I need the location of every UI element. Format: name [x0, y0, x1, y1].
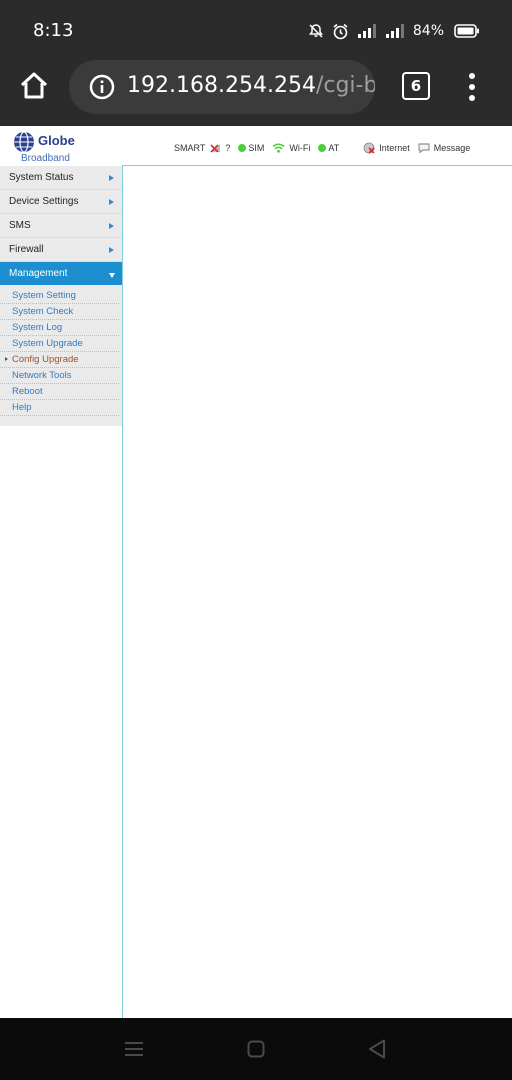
submenu-item-label: Config Upgrade [12, 354, 79, 365]
sidebar-item-device-settings[interactable]: Device Settings [0, 190, 122, 214]
content-divider [122, 166, 123, 1018]
no-signal-icon [210, 144, 221, 153]
submenu-item-system-upgrade[interactable]: System Upgrade [0, 336, 119, 352]
header-divider [122, 165, 512, 166]
status-bar: 8:13 84% [0, 0, 512, 60]
submenu-item-system-setting[interactable]: System Setting [0, 288, 119, 304]
submenu-item-label: System Upgrade [12, 338, 83, 349]
info-icon[interactable] [89, 74, 115, 100]
mute-bell-icon [308, 24, 323, 38]
at-status-dot [318, 144, 327, 152]
message-icon [418, 143, 430, 153]
signal-icon [357, 24, 376, 38]
globe-logo-icon [14, 131, 34, 153]
recent-apps-icon[interactable] [124, 1041, 144, 1057]
sidebar-item-firewall[interactable]: Firewall [0, 238, 122, 262]
more-menu-icon[interactable] [468, 72, 476, 102]
url-path: /cgi-bi [315, 73, 375, 98]
tab-switcher-button[interactable]: 6 [402, 72, 430, 100]
submenu-item-system-log[interactable]: System Log [0, 320, 119, 336]
sidebar-item-management[interactable]: Management [0, 262, 122, 285]
carrier-status: ? [225, 143, 231, 153]
status-time: 8:13 [33, 20, 74, 41]
address-bar[interactable]: 192.168.254.254/cgi-bi [69, 60, 375, 114]
connection-status-bar: SMART ? SIM Wi-Fi AT Internet Message [174, 142, 470, 154]
url-text[interactable]: 192.168.254.254/cgi-bi [127, 73, 375, 98]
chevron-down-icon [109, 273, 115, 278]
submenu-item-label: Help [12, 402, 32, 413]
sim-label: SIM [248, 143, 265, 153]
sidebar-item-system-status[interactable]: System Status [0, 166, 122, 190]
status-icons: 84% [308, 20, 480, 42]
submenu-item-label: Network Tools [12, 370, 72, 381]
battery-percentage: 84% [412, 23, 444, 39]
brand-name: Globe [38, 133, 75, 148]
browser-toolbar: 192.168.254.254/cgi-bi 6 [0, 60, 512, 126]
submenu-item-help[interactable]: Help [0, 400, 119, 416]
submenu-item-label: System Setting [12, 290, 76, 301]
submenu-item-reboot[interactable]: Reboot [0, 384, 119, 400]
message-label: Message [433, 143, 471, 153]
sidebar-item-sms[interactable]: SMS [0, 214, 122, 238]
sidebar: System Status Device Settings SMS Firewa… [0, 166, 122, 426]
sidebar-item-label: SMS [9, 220, 31, 231]
sim-status-dot [238, 144, 247, 152]
internet-disconnected-icon [363, 142, 375, 154]
at-label: AT [328, 143, 340, 153]
battery-icon [454, 24, 479, 38]
current-item-arrow-icon [5, 357, 8, 361]
url-host: 192.168.254.254 [127, 73, 316, 98]
home-icon[interactable] [18, 70, 50, 102]
home-nav-icon[interactable] [247, 1040, 265, 1058]
carrier-name: SMART [174, 143, 206, 153]
chevron-right-icon [109, 247, 114, 253]
submenu-item-system-check[interactable]: System Check [0, 304, 119, 320]
wifi-icon [272, 143, 285, 153]
android-nav-bar [0, 1018, 512, 1080]
chevron-right-icon [109, 223, 114, 229]
wifi-label: Wi-Fi [289, 143, 311, 153]
submenu-item-label: System Check [12, 306, 74, 317]
chevron-right-icon [109, 199, 114, 205]
sidebar-item-label: Device Settings [9, 196, 79, 207]
brand-subtitle: Broadband [21, 153, 70, 164]
submenu-item-config-upgrade[interactable]: Config Upgrade [0, 352, 119, 368]
signal-icon [385, 24, 404, 38]
internet-label: Internet [379, 143, 410, 153]
globe-logo: Globe Broadband [12, 130, 112, 166]
alarm-icon [333, 23, 348, 39]
sidebar-item-label: System Status [9, 172, 74, 183]
back-icon[interactable] [368, 1039, 386, 1059]
sidebar-item-label: Firewall [9, 244, 44, 255]
chevron-right-icon [109, 175, 114, 181]
router-page: Globe Broadband SMART ? SIM Wi-Fi AT Int… [0, 126, 512, 1018]
submenu-item-label: Reboot [12, 386, 43, 397]
sidebar-item-label: Management [9, 268, 68, 279]
submenu-item-label: System Log [12, 322, 63, 333]
submenu-item-network-tools[interactable]: Network Tools [0, 368, 119, 384]
